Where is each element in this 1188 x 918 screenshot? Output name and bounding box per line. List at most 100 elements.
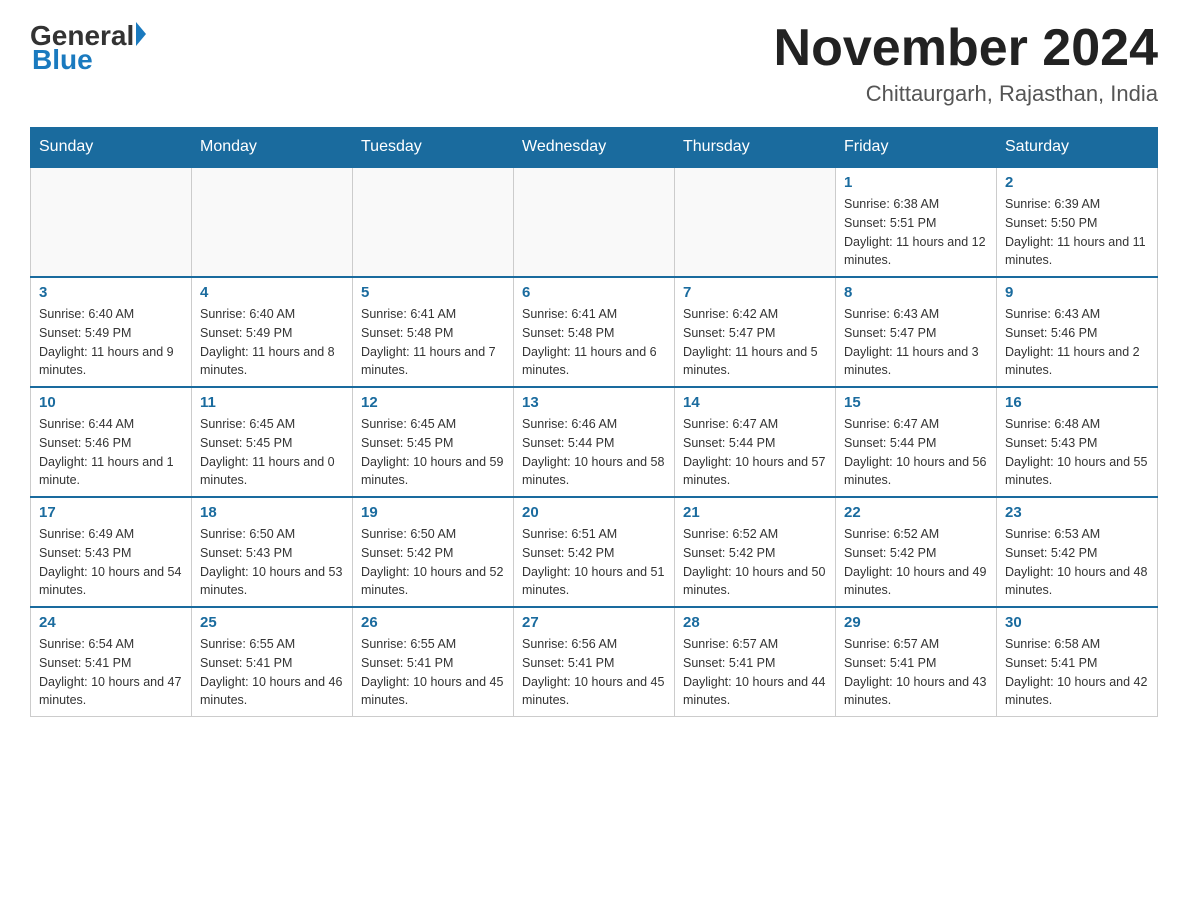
day-number: 6 (522, 284, 666, 301)
calendar-cell: 13 Sunrise: 6:46 AM Sunset: 5:44 PM Dayli… (514, 387, 675, 497)
calendar-cell: 11 Sunrise: 6:45 AM Sunset: 5:45 PM Dayli… (192, 387, 353, 497)
day-number: 5 (361, 284, 505, 301)
column-header-sunday: Sunday (31, 128, 192, 168)
calendar-cell (675, 167, 836, 277)
calendar-cell: 23 Sunrise: 6:53 AM Sunset: 5:42 PM Dayli… (997, 497, 1158, 607)
day-number: 15 (844, 394, 988, 411)
day-info: Sunrise: 6:54 AM Sunset: 5:41 PM Dayligh… (39, 635, 183, 710)
page-header: General Blue November 2024 Chittaurgarh,… (30, 20, 1158, 107)
calendar-cell: 2Sunrise: 6:39 AM Sunset: 5:50 PM Daylig… (997, 167, 1158, 277)
calendar-cell: 19 Sunrise: 6:50 AM Sunset: 5:42 PM Dayli… (353, 497, 514, 607)
calendar-cell: 16 Sunrise: 6:48 AM Sunset: 5:43 PM Dayli… (997, 387, 1158, 497)
day-info: Sunrise: 6:50 AM Sunset: 5:42 PM Dayligh… (361, 525, 505, 600)
calendar-cell: 1 Sunrise: 6:38 AM Sunset: 5:51 PM Daylig… (836, 167, 997, 277)
calendar-cell: 9Sunrise: 6:43 AM Sunset: 5:46 PM Daylig… (997, 277, 1158, 387)
day-info: Sunrise: 6:58 AM Sunset: 5:41 PM Dayligh… (1005, 635, 1149, 710)
day-info: Sunrise: 6:39 AM Sunset: 5:50 PM Dayligh… (1005, 195, 1149, 270)
day-number: 1 (844, 174, 988, 191)
calendar-cell (192, 167, 353, 277)
day-number: 21 (683, 504, 827, 521)
day-info: Sunrise: 6:44 AM Sunset: 5:46 PM Dayligh… (39, 415, 183, 490)
calendar-cell: 14 Sunrise: 6:47 AM Sunset: 5:44 PM Dayli… (675, 387, 836, 497)
column-header-monday: Monday (192, 128, 353, 168)
title-area: November 2024 Chittaurgarh, Rajasthan, I… (774, 20, 1158, 107)
column-header-saturday: Saturday (997, 128, 1158, 168)
day-number: 28 (683, 614, 827, 631)
calendar-cell: 5 Sunrise: 6:41 AM Sunset: 5:48 PM Daylig… (353, 277, 514, 387)
day-number: 3 (39, 284, 183, 301)
day-number: 9 (1005, 284, 1149, 301)
day-info: Sunrise: 6:43 AM Sunset: 5:47 PM Dayligh… (844, 305, 988, 380)
day-number: 17 (39, 504, 183, 521)
calendar-cell: 18 Sunrise: 6:50 AM Sunset: 5:43 PM Dayli… (192, 497, 353, 607)
calendar-cell: 7 Sunrise: 6:42 AM Sunset: 5:47 PM Daylig… (675, 277, 836, 387)
day-info: Sunrise: 6:56 AM Sunset: 5:41 PM Dayligh… (522, 635, 666, 710)
day-number: 30 (1005, 614, 1149, 631)
day-info: Sunrise: 6:47 AM Sunset: 5:44 PM Dayligh… (844, 415, 988, 490)
day-info: Sunrise: 6:45 AM Sunset: 5:45 PM Dayligh… (200, 415, 344, 490)
calendar-cell (353, 167, 514, 277)
day-number: 18 (200, 504, 344, 521)
column-header-friday: Friday (836, 128, 997, 168)
logo-arrow-icon (136, 22, 146, 46)
day-info: Sunrise: 6:40 AM Sunset: 5:49 PM Dayligh… (39, 305, 183, 380)
calendar-cell: 28Sunrise: 6:57 AM Sunset: 5:41 PM Dayli… (675, 607, 836, 717)
day-number: 10 (39, 394, 183, 411)
calendar-cell: 3 Sunrise: 6:40 AM Sunset: 5:49 PM Daylig… (31, 277, 192, 387)
calendar-cell: 21 Sunrise: 6:52 AM Sunset: 5:42 PM Dayli… (675, 497, 836, 607)
day-number: 11 (200, 394, 344, 411)
calendar-cell: 25 Sunrise: 6:55 AM Sunset: 5:41 PM Dayli… (192, 607, 353, 717)
day-number: 24 (39, 614, 183, 631)
day-number: 13 (522, 394, 666, 411)
day-info: Sunrise: 6:41 AM Sunset: 5:48 PM Dayligh… (361, 305, 505, 380)
month-title: November 2024 (774, 20, 1158, 77)
day-info: Sunrise: 6:41 AM Sunset: 5:48 PM Dayligh… (522, 305, 666, 380)
column-header-wednesday: Wednesday (514, 128, 675, 168)
calendar-week-4: 17 Sunrise: 6:49 AM Sunset: 5:43 PM Dayli… (31, 497, 1158, 607)
day-info: Sunrise: 6:46 AM Sunset: 5:44 PM Dayligh… (522, 415, 666, 490)
day-number: 7 (683, 284, 827, 301)
calendar-cell: 8 Sunrise: 6:43 AM Sunset: 5:47 PM Daylig… (836, 277, 997, 387)
day-number: 22 (844, 504, 988, 521)
column-header-thursday: Thursday (675, 128, 836, 168)
calendar-cell: 10 Sunrise: 6:44 AM Sunset: 5:46 PM Dayli… (31, 387, 192, 497)
day-info: Sunrise: 6:53 AM Sunset: 5:42 PM Dayligh… (1005, 525, 1149, 600)
day-number: 19 (361, 504, 505, 521)
day-info: Sunrise: 6:55 AM Sunset: 5:41 PM Dayligh… (200, 635, 344, 710)
calendar-cell: 22 Sunrise: 6:52 AM Sunset: 5:42 PM Dayli… (836, 497, 997, 607)
calendar-cell: 29Sunrise: 6:57 AM Sunset: 5:41 PM Dayli… (836, 607, 997, 717)
day-number: 23 (1005, 504, 1149, 521)
calendar-week-5: 24 Sunrise: 6:54 AM Sunset: 5:41 PM Dayli… (31, 607, 1158, 717)
day-number: 16 (1005, 394, 1149, 411)
day-info: Sunrise: 6:52 AM Sunset: 5:42 PM Dayligh… (683, 525, 827, 600)
day-number: 20 (522, 504, 666, 521)
calendar-cell: 17 Sunrise: 6:49 AM Sunset: 5:43 PM Dayli… (31, 497, 192, 607)
day-number: 4 (200, 284, 344, 301)
calendar-cell: 20 Sunrise: 6:51 AM Sunset: 5:42 PM Dayli… (514, 497, 675, 607)
calendar-cell: 12 Sunrise: 6:45 AM Sunset: 5:45 PM Dayli… (353, 387, 514, 497)
day-info: Sunrise: 6:49 AM Sunset: 5:43 PM Dayligh… (39, 525, 183, 600)
day-number: 8 (844, 284, 988, 301)
day-number: 14 (683, 394, 827, 411)
calendar-cell: 4 Sunrise: 6:40 AM Sunset: 5:49 PM Daylig… (192, 277, 353, 387)
day-info: Sunrise: 6:42 AM Sunset: 5:47 PM Dayligh… (683, 305, 827, 380)
calendar-table: SundayMondayTuesdayWednesdayThursdayFrid… (30, 127, 1158, 717)
day-info: Sunrise: 6:48 AM Sunset: 5:43 PM Dayligh… (1005, 415, 1149, 490)
day-info: Sunrise: 6:38 AM Sunset: 5:51 PM Dayligh… (844, 195, 988, 270)
calendar-cell: 24 Sunrise: 6:54 AM Sunset: 5:41 PM Dayli… (31, 607, 192, 717)
calendar-cell: 15 Sunrise: 6:47 AM Sunset: 5:44 PM Dayli… (836, 387, 997, 497)
column-header-tuesday: Tuesday (353, 128, 514, 168)
day-info: Sunrise: 6:40 AM Sunset: 5:49 PM Dayligh… (200, 305, 344, 380)
logo-blue: Blue (30, 44, 93, 76)
day-info: Sunrise: 6:47 AM Sunset: 5:44 PM Dayligh… (683, 415, 827, 490)
day-info: Sunrise: 6:52 AM Sunset: 5:42 PM Dayligh… (844, 525, 988, 600)
day-info: Sunrise: 6:45 AM Sunset: 5:45 PM Dayligh… (361, 415, 505, 490)
day-info: Sunrise: 6:50 AM Sunset: 5:43 PM Dayligh… (200, 525, 344, 600)
calendar-cell (514, 167, 675, 277)
calendar-cell: 27Sunrise: 6:56 AM Sunset: 5:41 PM Dayli… (514, 607, 675, 717)
day-number: 12 (361, 394, 505, 411)
calendar-cell: 6 Sunrise: 6:41 AM Sunset: 5:48 PM Daylig… (514, 277, 675, 387)
day-number: 29 (844, 614, 988, 631)
day-info: Sunrise: 6:51 AM Sunset: 5:42 PM Dayligh… (522, 525, 666, 600)
day-number: 25 (200, 614, 344, 631)
